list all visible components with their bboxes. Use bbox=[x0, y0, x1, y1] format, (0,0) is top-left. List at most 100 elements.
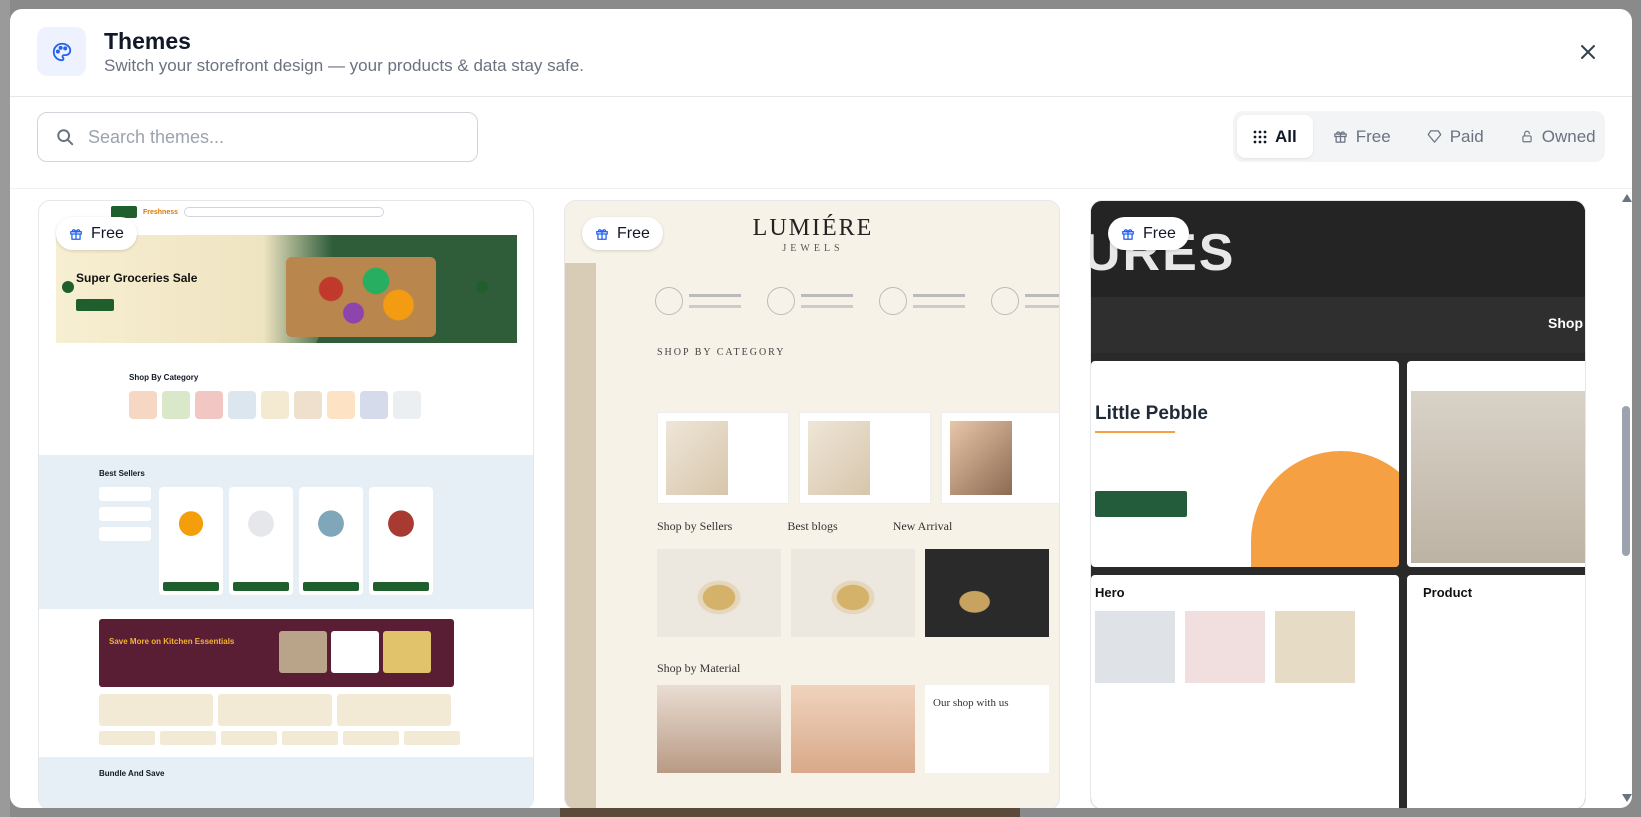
chip bbox=[343, 731, 399, 745]
modal-header: Themes Switch your storefront design — y… bbox=[10, 9, 1632, 97]
badge-label: Free bbox=[617, 224, 650, 242]
add-button bbox=[303, 582, 359, 591]
category-item bbox=[294, 391, 322, 419]
category-item bbox=[393, 391, 421, 419]
preview-side-image bbox=[565, 263, 596, 808]
arrow-right-icon bbox=[476, 281, 488, 293]
preview-hero: Little Pebble bbox=[1091, 361, 1399, 567]
row-labels: Shop by Sellers Best blogs New Arrival bbox=[657, 519, 1057, 534]
theme-grid: Free Freshness Super Groceries Sale Shop… bbox=[10, 190, 1632, 808]
feature-text bbox=[801, 294, 853, 308]
bundle-section: Bundle And Save bbox=[39, 757, 533, 808]
badge-label: Free bbox=[91, 224, 124, 242]
themes-modal: Themes Switch your storefront design — y… bbox=[10, 9, 1632, 808]
gift-icon bbox=[1333, 131, 1347, 143]
grid-icon bbox=[1253, 130, 1267, 143]
preview-side bbox=[1407, 361, 1585, 567]
promo-image bbox=[331, 631, 379, 673]
best-sellers-section: Best Sellers bbox=[39, 455, 533, 609]
hero-title: Little Pebble bbox=[1095, 403, 1208, 424]
search-input[interactable] bbox=[88, 126, 448, 148]
feature-item bbox=[655, 287, 741, 315]
category-item bbox=[162, 391, 190, 419]
promo-image bbox=[279, 631, 327, 673]
category-title: SHOP BY CATEGORY bbox=[657, 347, 786, 358]
gift-icon bbox=[1122, 228, 1134, 240]
free-badge: Free bbox=[56, 217, 137, 250]
preview-nav: Freshness bbox=[111, 203, 451, 221]
deal-card bbox=[218, 694, 332, 726]
gift-icon bbox=[596, 228, 608, 240]
backdrop-bottom bbox=[560, 808, 1020, 817]
category-title: Shop By Category bbox=[129, 373, 199, 382]
promo-title: Save More on Kitchen Essentials bbox=[109, 637, 235, 646]
why-box: Our shop with us bbox=[925, 685, 1049, 773]
chip bbox=[99, 731, 155, 745]
search-icon bbox=[57, 129, 74, 146]
scroll-up-arrow-icon[interactable] bbox=[1622, 194, 1632, 202]
filter-free[interactable]: Free bbox=[1317, 115, 1407, 158]
theme-card[interactable]: Free LUMIÉRE JEWELS SHOP BY CATEGORY Sho… bbox=[564, 200, 1060, 808]
product-image bbox=[233, 495, 289, 547]
modal-subtitle: Switch your storefront design — your pro… bbox=[104, 56, 585, 75]
feature-row bbox=[655, 287, 1059, 315]
category-item bbox=[327, 391, 355, 419]
filter-owned[interactable]: Owned bbox=[1504, 115, 1612, 158]
ring-image bbox=[925, 549, 1049, 637]
feature-item bbox=[879, 287, 965, 315]
feature-text bbox=[1025, 294, 1059, 308]
preview-hero: Super Groceries Sale bbox=[56, 235, 517, 343]
deal-card bbox=[99, 694, 213, 726]
ring-image bbox=[791, 549, 915, 637]
gift-icon bbox=[70, 228, 82, 240]
best-sellers-title: Best Sellers bbox=[99, 469, 145, 478]
deal-row bbox=[99, 694, 451, 726]
chip-row bbox=[99, 731, 460, 745]
deal-card bbox=[337, 694, 451, 726]
arrow-left-icon bbox=[62, 281, 74, 293]
nav-shop-link: Shop bbox=[1548, 315, 1583, 331]
grocery-box-image bbox=[286, 257, 436, 337]
category-item bbox=[228, 391, 256, 419]
necklace-image bbox=[666, 421, 728, 495]
close-button[interactable] bbox=[1575, 39, 1601, 65]
product-image bbox=[303, 495, 359, 547]
theme-card[interactable]: URES Free Shop Little Pebble Hero Produc… bbox=[1090, 200, 1586, 808]
product-card bbox=[159, 487, 223, 595]
category-list bbox=[129, 391, 421, 419]
add-button bbox=[373, 582, 429, 591]
truck-icon bbox=[655, 287, 683, 315]
scrollbar[interactable] bbox=[1619, 190, 1632, 808]
category-tile bbox=[799, 412, 931, 504]
filter-label: Free bbox=[1355, 126, 1391, 146]
filter-all[interactable]: All bbox=[1237, 115, 1313, 158]
filter-paid[interactable]: Paid bbox=[1411, 115, 1500, 158]
preview-search bbox=[184, 207, 385, 217]
chip bbox=[221, 731, 277, 745]
chip bbox=[160, 731, 216, 745]
scroll-down-arrow-icon[interactable] bbox=[1622, 794, 1632, 802]
category-item bbox=[195, 391, 223, 419]
search-field[interactable] bbox=[37, 112, 478, 162]
product-card bbox=[229, 487, 293, 595]
hero-title: Super Groceries Sale bbox=[76, 271, 198, 285]
product-row bbox=[159, 487, 433, 595]
secure-icon bbox=[879, 287, 907, 315]
hero-button bbox=[1095, 491, 1187, 517]
product-card bbox=[299, 487, 363, 595]
ring-image bbox=[657, 549, 781, 637]
preview-nav: Shop bbox=[1091, 297, 1585, 353]
palette-icon bbox=[37, 27, 86, 76]
material-row: Our shop with us bbox=[657, 685, 1049, 773]
category-tile bbox=[941, 412, 1059, 504]
close-icon bbox=[1581, 45, 1595, 59]
add-button bbox=[163, 582, 219, 591]
product-image bbox=[163, 495, 219, 547]
necklace-image bbox=[791, 685, 915, 773]
scroll-thumb[interactable] bbox=[1622, 406, 1630, 556]
return-icon bbox=[991, 287, 1019, 315]
hero-panel: Hero bbox=[1091, 575, 1399, 808]
product-image bbox=[373, 495, 429, 547]
theme-card[interactable]: Free Freshness Super Groceries Sale Shop… bbox=[38, 200, 534, 808]
filter-label: Owned bbox=[1541, 126, 1596, 146]
